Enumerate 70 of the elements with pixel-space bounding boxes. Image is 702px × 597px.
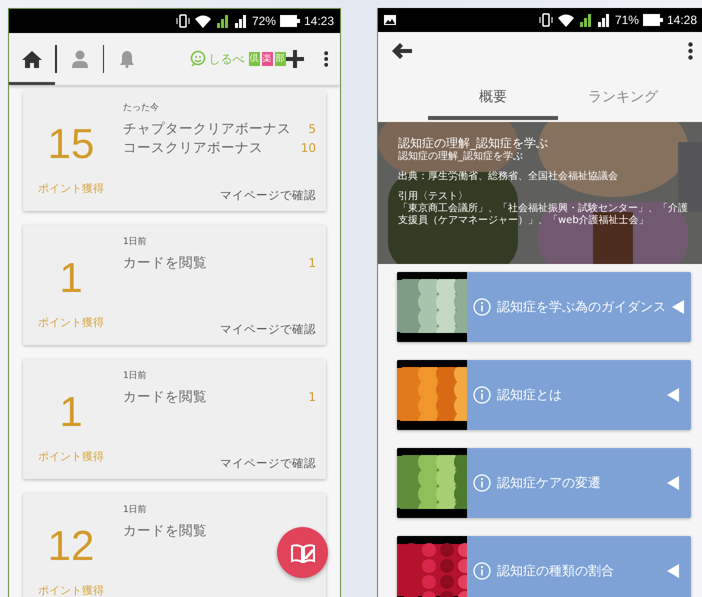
more-icon[interactable] xyxy=(324,50,328,68)
clock: 14:28 xyxy=(666,13,697,27)
points-number: 15 xyxy=(48,120,94,166)
vibrate-icon xyxy=(176,14,190,28)
bonus-name: チャプタークリアボーナス xyxy=(123,120,291,139)
time-label: 1日前 xyxy=(123,370,148,382)
mypage-link[interactable]: マイページで確認 xyxy=(220,456,316,471)
triangle-left-icon[interactable] xyxy=(667,476,679,490)
tab[interactable]: ランキング xyxy=(558,70,688,120)
home-icon xyxy=(22,50,42,68)
back-arrow-icon[interactable] xyxy=(392,43,412,59)
logo-text: しるべ xyxy=(208,50,245,68)
bonus-name: カードを閲覧 xyxy=(123,254,207,273)
points-number: 1 xyxy=(59,254,83,300)
info-icon[interactable] xyxy=(473,298,491,316)
signal-icon xyxy=(216,14,230,28)
wifi-icon xyxy=(194,14,212,28)
points-number: 12 xyxy=(48,522,94,568)
time-label: 1日前 xyxy=(123,236,148,248)
bonus-points: 1 xyxy=(308,389,316,406)
signal-icon xyxy=(596,13,611,27)
bell-icon xyxy=(118,50,136,68)
info-icon[interactable] xyxy=(473,562,491,580)
add-icon[interactable] xyxy=(286,50,304,68)
triangle-left-icon[interactable] xyxy=(667,564,679,578)
smiley-icon xyxy=(188,50,207,68)
lesson-title: 認知症を学ぶ為のガイダンス xyxy=(497,299,666,316)
citation-heading: 引用〈テスト〉 xyxy=(398,191,469,202)
vibrate-icon xyxy=(538,13,553,27)
logo-badge: 部 xyxy=(274,52,286,66)
course-subtitle: 認知症の理解_認知症を学ぶ xyxy=(398,150,524,163)
battery-icon xyxy=(642,14,663,26)
points-label: ポイント獲得 xyxy=(38,314,104,330)
signal-icon xyxy=(234,14,248,28)
time-label: 1日前 xyxy=(123,504,148,516)
bonus-points: 5 xyxy=(308,121,316,138)
battery-percent: 72% xyxy=(252,14,276,28)
signal-icon xyxy=(578,13,593,27)
person-icon xyxy=(70,50,89,68)
wifi-icon xyxy=(556,13,575,27)
bonus-name: カードを閲覧 xyxy=(123,522,207,541)
mypage-link[interactable]: マイページで確認 xyxy=(220,322,316,337)
points-label: ポイント獲得 xyxy=(38,448,104,464)
more-icon[interactable] xyxy=(688,42,693,60)
lesson-title: 認知症の種類の割合 xyxy=(497,563,615,580)
image-icon xyxy=(384,15,396,25)
triangle-left-icon[interactable] xyxy=(667,388,679,402)
battery-percent: 71% xyxy=(614,13,639,27)
logo-badge: 楽 xyxy=(262,52,273,66)
battery-icon xyxy=(280,15,300,27)
bonus-points: 1 xyxy=(308,255,316,272)
time-label: たった今 xyxy=(123,102,160,114)
course-title: 認知症の理解_認知症を学ぶ xyxy=(398,136,549,150)
logo-badge: 倶 xyxy=(248,52,260,66)
info-icon[interactable] xyxy=(473,386,491,404)
mypage-link[interactable]: マイページで確認 xyxy=(220,188,316,203)
points-label: ポイント獲得 xyxy=(38,582,104,597)
citation-text: 「東京商工会議所」、「社会福祉振興・試験センター」、「介護支援員（ケアマネージャー）」、「web介護福祉士会」 xyxy=(398,203,689,227)
bonus-name: カードを閲覧 xyxy=(123,388,207,407)
bonus-name: コースクリアボーナス xyxy=(123,139,263,158)
source-text: 出典：厚生労働省、総務省、全国社会福祉協議会 xyxy=(398,171,619,183)
triangle-left-icon[interactable] xyxy=(672,300,684,314)
book-pen-icon xyxy=(290,542,314,562)
bonus-points: 10 xyxy=(300,140,316,157)
points-number: 1 xyxy=(59,388,83,434)
lesson-title: 認知症ケアの変遷 xyxy=(497,475,602,492)
clock: 14:23 xyxy=(304,14,334,28)
points-label: ポイント獲得 xyxy=(38,180,104,196)
lesson-title: 認知症とは xyxy=(497,387,563,404)
info-icon[interactable] xyxy=(473,474,491,492)
